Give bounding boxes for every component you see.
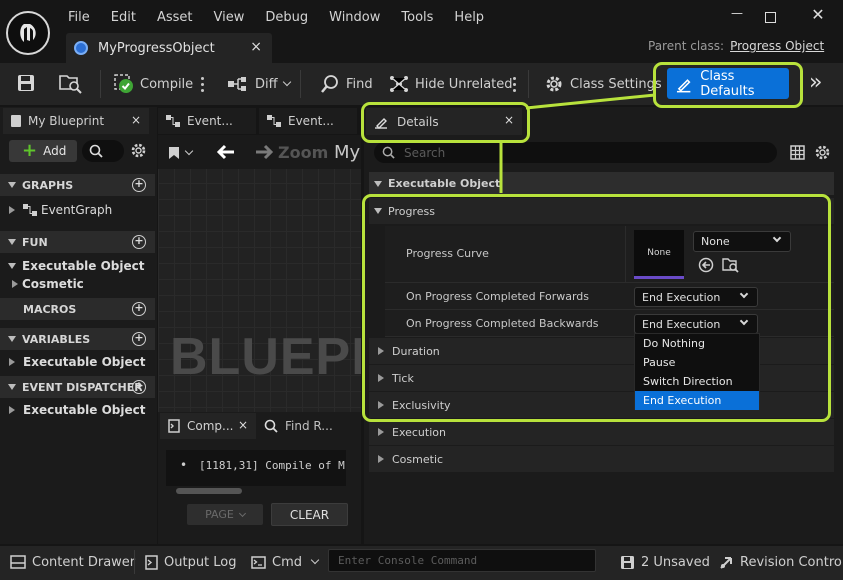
dispatcher-category-label: Executable Object: [23, 403, 146, 417]
tab-compiler-label: Comp...: [187, 419, 234, 433]
bullet: •: [180, 458, 188, 472]
expand-triangle-icon: [9, 206, 15, 214]
output-log-button[interactable]: Output Log: [145, 550, 237, 574]
list-item-dispatcher-category[interactable]: Executable Object: [0, 403, 145, 417]
function-subcategory-label: Cosmetic: [22, 277, 84, 291]
group-cosmetic[interactable]: Cosmetic: [369, 446, 834, 473]
console-icon: [251, 555, 266, 569]
unsaved-files-icon: [621, 555, 634, 569]
revision-control-label: Revision Control_: [740, 554, 843, 570]
console-command-input[interactable]: Enter Console Command: [328, 549, 596, 572]
compiler-log-entry: [1181,31] Compile of M: [199, 459, 345, 472]
revision-control-button[interactable]: Revision Control_: [719, 550, 843, 574]
add-function-icon[interactable]: +: [132, 235, 146, 249]
unsaved-label: 2 Unsaved: [641, 554, 710, 570]
expand-triangle-icon: [378, 428, 384, 436]
expand-triangle-icon: [9, 358, 15, 366]
collapse-triangle-icon: [8, 336, 16, 342]
group-execution-label: Execution: [392, 425, 446, 439]
output-log-icon: [145, 554, 158, 570]
blueprint-watermark: BLUEPRI: [170, 328, 361, 386]
section-functions-label: FUN: [22, 235, 48, 249]
section-variables[interactable]: VARIABLES +: [0, 328, 155, 350]
section-dispatchers-label: EVENT DISPATCHERS: [22, 380, 142, 394]
compiler-log: • [1181,31] Compile of M: [166, 450, 346, 486]
add-dispatcher-icon[interactable]: +: [132, 380, 146, 394]
list-item-event-graph[interactable]: EventGraph: [0, 203, 112, 217]
page-button[interactable]: PAGE: [187, 504, 263, 525]
status-divider: [134, 550, 135, 574]
console-placeholder: Enter Console Command: [338, 554, 478, 567]
section-functions[interactable]: FUN +: [0, 231, 155, 253]
tab-compiler-results[interactable]: Comp... ×: [160, 413, 256, 439]
add-variable-icon[interactable]: +: [132, 332, 146, 346]
list-item-function-subcategory[interactable]: Cosmetic: [12, 277, 84, 291]
tab-find-results[interactable]: Find R...: [262, 413, 333, 439]
page-label: PAGE: [205, 508, 234, 521]
group-cosmetic-label: Cosmetic: [392, 452, 444, 466]
horizontal-scrollbar[interactable]: [176, 488, 242, 494]
add-macro-icon[interactable]: +: [132, 302, 146, 316]
section-macros-label: MACROS: [23, 302, 77, 316]
unsaved-button[interactable]: 2 Unsaved: [620, 550, 710, 574]
section-variables-label: VARIABLES: [22, 332, 91, 346]
chevron-down-icon: [238, 509, 246, 517]
expand-triangle-icon: [12, 280, 18, 288]
collapse-triangle-icon: [8, 263, 16, 269]
expand-triangle-icon: [9, 406, 15, 414]
cmd-label: Cmd: [272, 554, 302, 570]
compiler-log-icon: [168, 419, 180, 433]
close-icon[interactable]: ×: [238, 418, 248, 432]
content-drawer-label: Content Drawer: [32, 554, 136, 570]
highlight-class-defaults: [653, 62, 803, 108]
function-category-label: Executable Object: [22, 259, 145, 273]
event-graph-label: EventGraph: [41, 203, 113, 217]
revision-control-icon: [720, 556, 732, 569]
chevron-down-icon: [310, 555, 320, 565]
content-drawer-button[interactable]: Content Drawer: [10, 550, 135, 574]
search-icon: [264, 419, 278, 433]
highlight-progress-section: [362, 194, 831, 422]
collapse-triangle-icon: [8, 239, 16, 245]
cmd-button[interactable]: Cmd: [251, 550, 320, 574]
list-item-variable-category[interactable]: Executable Object: [0, 355, 145, 369]
graph-icon: [23, 204, 37, 216]
content-drawer-icon: [10, 555, 26, 569]
tab-find-label: Find R...: [285, 419, 333, 433]
output-log-label: Output Log: [164, 554, 237, 570]
highlight-details-tab: [361, 102, 530, 143]
section-macros[interactable]: MACROS +: [0, 298, 155, 320]
clear-button[interactable]: CLEAR: [271, 503, 348, 526]
list-item-function-category[interactable]: Executable Object: [0, 259, 144, 273]
variable-category-label: Executable Object: [23, 355, 146, 369]
group-execution[interactable]: Execution: [369, 419, 834, 446]
collapse-triangle-icon: [8, 384, 16, 390]
expand-triangle-icon: [378, 455, 384, 463]
section-event-dispatchers[interactable]: EVENT DISPATCHERS +: [0, 376, 155, 398]
